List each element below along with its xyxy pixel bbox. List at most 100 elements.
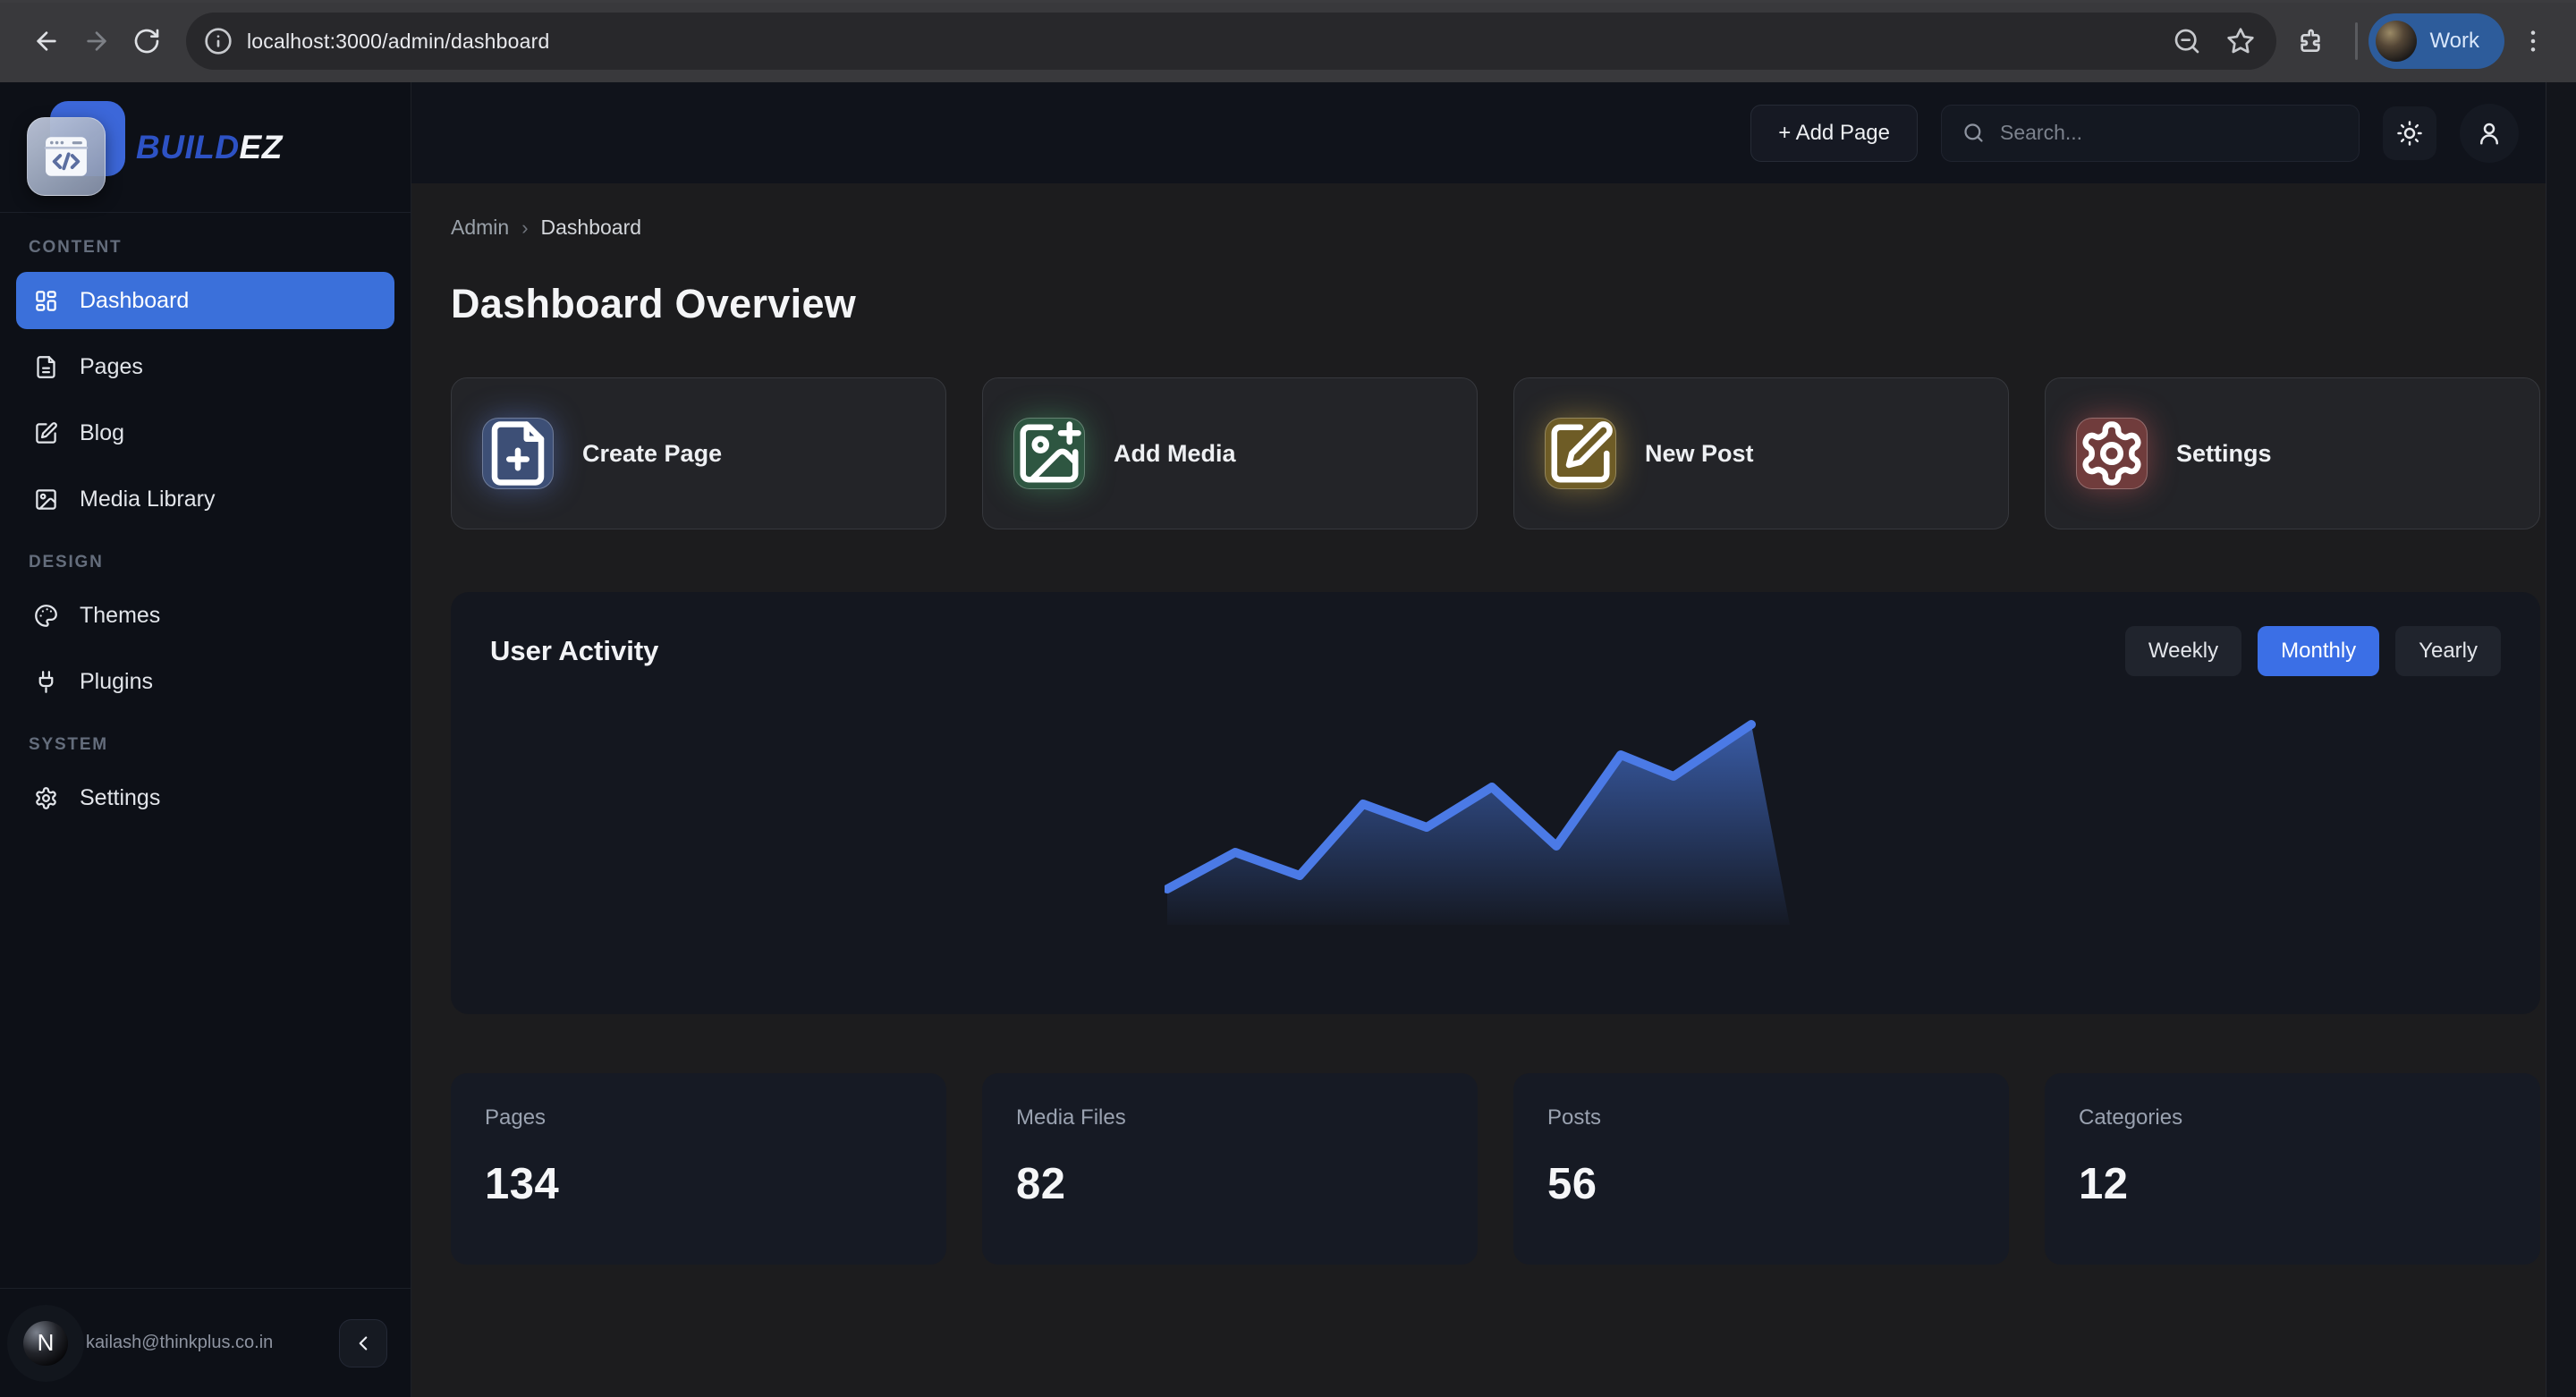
- browser-profile-chip[interactable]: Work: [2368, 13, 2504, 69]
- sidebar-item-dashboard[interactable]: Dashboard: [16, 272, 394, 329]
- brand-name: BUILDEZ: [136, 129, 283, 166]
- quick-action-label: Create Page: [582, 440, 722, 468]
- scrollbar-gutter: [2546, 82, 2576, 1397]
- stat-label: Posts: [1547, 1105, 1975, 1130]
- bookmark-star-button[interactable]: [2221, 21, 2260, 61]
- stat-value: 134: [485, 1159, 912, 1209]
- activity-panel-header: User Activity Weekly Monthly Yearly: [490, 626, 2501, 676]
- code-window-icon: [40, 131, 92, 182]
- stats-grid: Pages 134 Media Files 82 Posts 56 Categories 12: [451, 1073, 2540, 1265]
- stat-value: 82: [1016, 1159, 1444, 1209]
- sidebar-item-label: Pages: [80, 354, 143, 380]
- add-page-button[interactable]: + Add Page: [1750, 105, 1918, 162]
- quick-action-add-media[interactable]: Add Media: [982, 377, 1478, 529]
- sidebar-item-media-library[interactable]: Media Library: [16, 470, 394, 528]
- star-icon: [2226, 27, 2255, 55]
- chevron-left-icon: [352, 1332, 375, 1355]
- stat-card-media-files: Media Files 82: [982, 1073, 1478, 1265]
- quick-action-label: Settings: [2176, 440, 2272, 468]
- sidebar: BUILDEZ CONTENT Dashboard Pages Blog Media L…: [0, 82, 411, 1397]
- search-icon: [1962, 121, 1986, 145]
- url-text: localhost:3000/admin/dashboard: [247, 30, 549, 54]
- image-icon: [34, 487, 58, 512]
- theme-toggle-button[interactable]: [2383, 106, 2436, 160]
- stat-value: 56: [1547, 1159, 1975, 1209]
- nav-section-label: SYSTEM: [29, 735, 382, 755]
- user-activity-panel: User Activity Weekly Monthly Yearly: [451, 592, 2540, 1014]
- file-plus-icon: [482, 418, 554, 489]
- gear-icon: [2076, 418, 2148, 489]
- search-input[interactable]: [2000, 121, 2339, 145]
- stat-card-categories: Categories 12: [2045, 1073, 2540, 1265]
- info-circle-icon[interactable]: [204, 27, 233, 55]
- avatar-initial: N: [38, 1329, 55, 1357]
- zoom-out-button[interactable]: [2167, 21, 2207, 61]
- page-title: Dashboard Overview: [451, 281, 2540, 327]
- sidebar-item-plugins[interactable]: Plugins: [16, 653, 394, 710]
- range-monthly-button[interactable]: Monthly: [2258, 626, 2379, 676]
- avatar[interactable]: N: [23, 1321, 68, 1366]
- plug-icon: [34, 670, 58, 694]
- brand-name-primary: BUILD: [136, 129, 240, 165]
- breadcrumb-item-admin[interactable]: Admin: [451, 216, 509, 240]
- chart-area-fill: [1167, 724, 1790, 925]
- forward-arrow-icon: [82, 27, 111, 55]
- chrome-separator: [2355, 22, 2358, 60]
- sidebar-item-label: Themes: [80, 603, 160, 629]
- quick-action-create-page[interactable]: Create Page: [451, 377, 946, 529]
- nav-section-label: CONTENT: [29, 238, 382, 258]
- stat-card-posts: Posts 56: [1513, 1073, 2009, 1265]
- quick-action-label: New Post: [1645, 440, 1754, 468]
- browser-chrome: localhost:3000/admin/dashboard Work: [0, 0, 2576, 82]
- gear-icon: [34, 786, 58, 810]
- sidebar-item-blog[interactable]: Blog: [16, 404, 394, 461]
- browser-back-button[interactable]: [21, 16, 72, 66]
- breadcrumb-item-dashboard[interactable]: Dashboard: [541, 216, 642, 240]
- kebab-menu-icon: [2519, 27, 2547, 55]
- stat-label: Pages: [485, 1105, 912, 1130]
- logo-art: [23, 96, 127, 199]
- user-activity-chart: [1165, 714, 1826, 939]
- image-plus-icon: [1013, 418, 1085, 489]
- sidebar-item-pages[interactable]: Pages: [16, 338, 394, 395]
- square-pen-icon: [1545, 418, 1616, 489]
- stat-card-pages: Pages 134: [451, 1073, 946, 1265]
- browser-forward-button[interactable]: [72, 16, 122, 66]
- back-arrow-icon: [32, 27, 61, 55]
- quick-action-settings[interactable]: Settings: [2045, 377, 2540, 529]
- range-toggle: Weekly Monthly Yearly: [2125, 626, 2501, 676]
- stat-label: Categories: [2079, 1105, 2506, 1130]
- activity-panel-title: User Activity: [490, 635, 658, 667]
- range-weekly-button[interactable]: Weekly: [2125, 626, 2241, 676]
- search-box[interactable]: [1941, 105, 2360, 162]
- sun-icon: [2396, 120, 2423, 147]
- quick-action-label: Add Media: [1114, 440, 1236, 468]
- palette-icon: [34, 604, 58, 628]
- sidebar-item-settings[interactable]: Settings: [16, 769, 394, 826]
- browser-reload-button[interactable]: [122, 16, 172, 66]
- address-bar[interactable]: localhost:3000/admin/dashboard: [186, 13, 2276, 70]
- browser-menu-button[interactable]: [2512, 16, 2555, 66]
- layout-dashboard-icon: [34, 289, 58, 313]
- breadcrumb-separator: ›: [521, 216, 528, 240]
- sidebar-footer: N kailash@thinkplus.co.in: [0, 1288, 411, 1397]
- main-area: + Add Page Admin › Dashboard Dashboard Ove…: [411, 82, 2576, 1397]
- range-yearly-button[interactable]: Yearly: [2395, 626, 2501, 676]
- topbar: + Add Page: [411, 82, 2576, 183]
- quick-action-new-post[interactable]: New Post: [1513, 377, 2009, 529]
- reload-icon: [132, 27, 161, 55]
- sidebar-collapse-button[interactable]: [339, 1319, 387, 1367]
- sidebar-item-label: Plugins: [80, 669, 153, 695]
- zoom-out-icon: [2173, 27, 2201, 55]
- nav-section-label: DESIGN: [29, 553, 382, 572]
- extensions-puzzle-icon: [2296, 27, 2325, 55]
- brand-name-secondary: EZ: [240, 129, 283, 165]
- brand-logo[interactable]: BUILDEZ: [0, 82, 411, 213]
- stat-value: 12: [2079, 1159, 2506, 1209]
- logo-front-square: [27, 117, 106, 196]
- extensions-button[interactable]: [2287, 18, 2334, 64]
- sidebar-item-themes[interactable]: Themes: [16, 587, 394, 644]
- sidebar-item-label: Blog: [80, 420, 124, 446]
- stat-label: Media Files: [1016, 1105, 1444, 1130]
- account-button[interactable]: [2460, 104, 2519, 163]
